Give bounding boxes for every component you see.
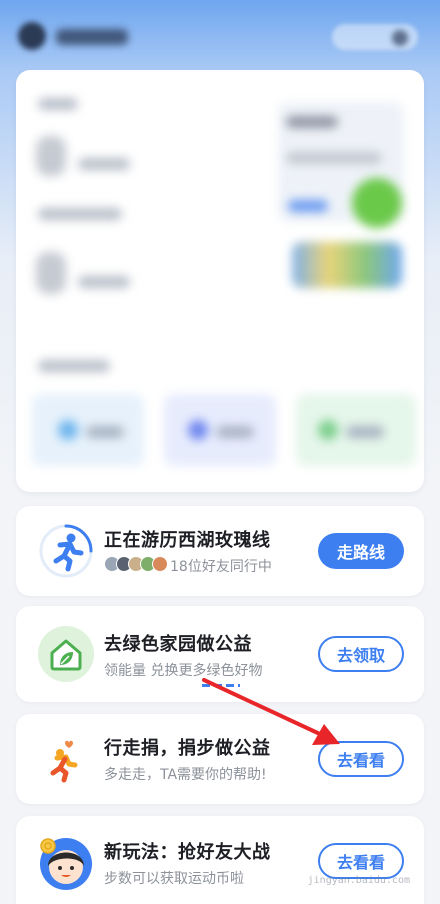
watermark: jingyan.baidu.com xyxy=(307,875,410,886)
annotation-arrow-icon xyxy=(202,678,340,745)
